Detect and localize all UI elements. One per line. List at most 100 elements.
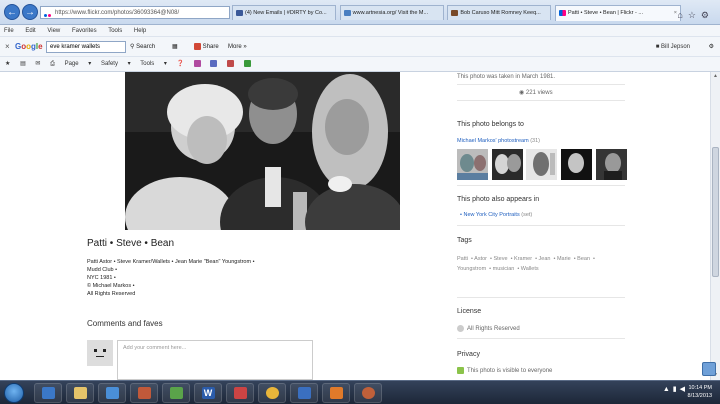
tools-menu[interactable]: Tools ▾: [140, 61, 167, 67]
clock[interactable]: 10:14 PM 8/13/2013: [688, 384, 712, 400]
search-icon: ⚲: [130, 44, 135, 50]
google-user[interactable]: ■ Bill Jepson: [656, 37, 690, 57]
photostream-link[interactable]: Michael Markos' photostream (31): [457, 138, 540, 144]
ie-active-taskbar-icon[interactable]: [258, 383, 286, 403]
help-icon[interactable]: ❓: [177, 61, 184, 67]
tab-email[interactable]: (4) New Emails | #DIRTY by Co...: [232, 5, 336, 20]
addon-icon[interactable]: [210, 59, 218, 67]
comments-heading: Comments and faves: [87, 319, 163, 328]
menu-favorites[interactable]: Favorites: [72, 28, 97, 34]
ie-page-icon: [343, 10, 351, 16]
app-taskbar-icon[interactable]: [130, 383, 158, 403]
scrollbar-thumb[interactable]: [712, 147, 719, 277]
description-line: © Michael Markos •: [87, 283, 135, 289]
add-favorites-icon[interactable]: ★: [5, 61, 10, 67]
scroll-up-icon[interactable]: ▲: [711, 72, 720, 81]
tab-label: (4) New Emails | #DIRTY by Co...: [245, 10, 327, 16]
address-bar[interactable]: https://www.flickr.com/photos/36093364@N…: [40, 6, 230, 19]
vertical-scrollbar[interactable]: ▲ ▼: [710, 72, 720, 380]
google-search-button[interactable]: ⚲ Search: [130, 37, 155, 57]
tag[interactable]: Steve: [493, 256, 507, 262]
mail-icon[interactable]: ✉: [35, 61, 40, 67]
privacy-text: This photo is visible to everyone: [467, 368, 553, 375]
tag[interactable]: Marie: [557, 256, 571, 262]
license-text: All Rights Reserved: [467, 326, 520, 333]
page-content: Patti • Steve • Bean Patti Astor • Steve…: [0, 72, 710, 380]
taken-date: This photo was taken in March 1981.: [457, 74, 556, 80]
divider: [457, 338, 625, 339]
user-name: Bill Jepson: [660, 44, 690, 50]
feedback-icon[interactable]: [702, 362, 716, 376]
view-count: ◉ 221 views: [519, 89, 553, 96]
tag[interactable]: Patti: [457, 256, 468, 262]
command-bar: ★ ▤ ✉ ⎙ Page ▾ Safety ▾ Tools ▾ ❓: [0, 57, 720, 72]
google-search-input[interactable]: eve kramer wallets: [46, 41, 126, 53]
back-button[interactable]: ←: [4, 4, 20, 20]
photo-title: Patti • Steve • Bean: [87, 238, 175, 249]
tab-bob-caruso[interactable]: Bob Caruso Mitt Romney Keeq...: [447, 5, 552, 20]
forward-button[interactable]: →: [22, 4, 38, 20]
divider: [457, 84, 625, 85]
menu-help[interactable]: Help: [134, 28, 146, 34]
tab-flickr[interactable]: Patti • Steve • Bean | Flickr - ... ×: [555, 5, 682, 21]
tag-list: Patti • Astor • Steve • Kramer • Jean • Marie…: [457, 256, 595, 272]
tab-artnesia[interactable]: www.artnesia.org/ Visit the M...: [339, 5, 444, 20]
thumbnail[interactable]: [526, 149, 558, 180]
settings-gear-icon[interactable]: ⚙: [701, 10, 714, 20]
app-taskbar-icon[interactable]: [226, 383, 254, 403]
photostream-thumbnails: [457, 149, 627, 180]
tag[interactable]: Astor: [474, 256, 487, 262]
page-options-icon[interactable]: ▦: [172, 37, 178, 57]
thumbnail[interactable]: [457, 149, 488, 180]
thumbnail[interactable]: [595, 149, 627, 180]
page-menu[interactable]: Page ▾: [65, 61, 92, 67]
tag[interactable]: musician: [493, 266, 515, 272]
divider: [457, 185, 625, 186]
main-photo[interactable]: [125, 72, 400, 230]
word-taskbar-icon[interactable]: W: [194, 383, 222, 403]
tag[interactable]: Kramer: [514, 256, 532, 262]
app-taskbar-icon[interactable]: [162, 383, 190, 403]
tag[interactable]: Jean: [539, 256, 551, 262]
description-line: All Rights Reserved: [87, 291, 136, 297]
appears-heading: This photo also appears in: [457, 196, 540, 203]
explorer-taskbar-icon[interactable]: [66, 383, 94, 403]
addon-icon[interactable]: [227, 59, 235, 67]
tab-label: Patti • Steve • Bean | Flickr - ...: [568, 10, 643, 16]
home-icon[interactable]: ⌂: [677, 10, 687, 20]
print-icon[interactable]: ⎙: [50, 61, 55, 67]
set-link[interactable]: • New York City Portraits (set): [460, 212, 532, 218]
network-icon[interactable]: ▮: [673, 386, 680, 393]
settings-wrench-icon[interactable]: ⚙: [709, 37, 714, 57]
user-icon: ■: [655, 44, 660, 50]
media-taskbar-icon[interactable]: [322, 383, 350, 403]
thumbnail[interactable]: [491, 149, 523, 180]
more-button[interactable]: More »: [228, 37, 247, 57]
start-button[interactable]: [4, 383, 24, 403]
menu-view[interactable]: View: [47, 28, 60, 34]
feeds-icon[interactable]: ▤: [20, 61, 26, 67]
tag[interactable]: Wallets: [521, 266, 539, 272]
tag[interactable]: Bean: [577, 256, 590, 262]
thumbnail[interactable]: [561, 149, 593, 180]
license-value[interactable]: All Rights Reserved: [457, 325, 520, 332]
addon-icon[interactable]: [193, 59, 201, 67]
divider: [457, 225, 625, 226]
photo-description: Patti Astor • Steve Kramer/Wallets • Jea…: [87, 258, 307, 298]
app-taskbar-icon[interactable]: [354, 383, 382, 403]
tag[interactable]: Youngstrom: [457, 266, 486, 272]
menu-edit[interactable]: Edit: [25, 28, 35, 34]
app-taskbar-icon[interactable]: [98, 383, 126, 403]
ie-taskbar-icon[interactable]: [34, 383, 62, 403]
description-line: Patti Astor • Steve Kramer/Wallets • Jea…: [87, 259, 255, 265]
menu-file[interactable]: File: [4, 28, 14, 34]
safety-menu[interactable]: Safety ▾: [101, 61, 131, 67]
comment-textarea[interactable]: Add your comment here...: [117, 340, 313, 380]
menu-tools[interactable]: Tools: [108, 28, 122, 34]
close-toolbar-icon[interactable]: ×: [5, 37, 10, 57]
share-button[interactable]: Share: [194, 37, 219, 57]
app-taskbar-icon[interactable]: [290, 383, 318, 403]
tray-arrow-icon[interactable]: ▲: [663, 386, 673, 393]
addon-icon[interactable]: [243, 59, 251, 67]
favorites-star-icon[interactable]: ☆: [688, 10, 701, 20]
